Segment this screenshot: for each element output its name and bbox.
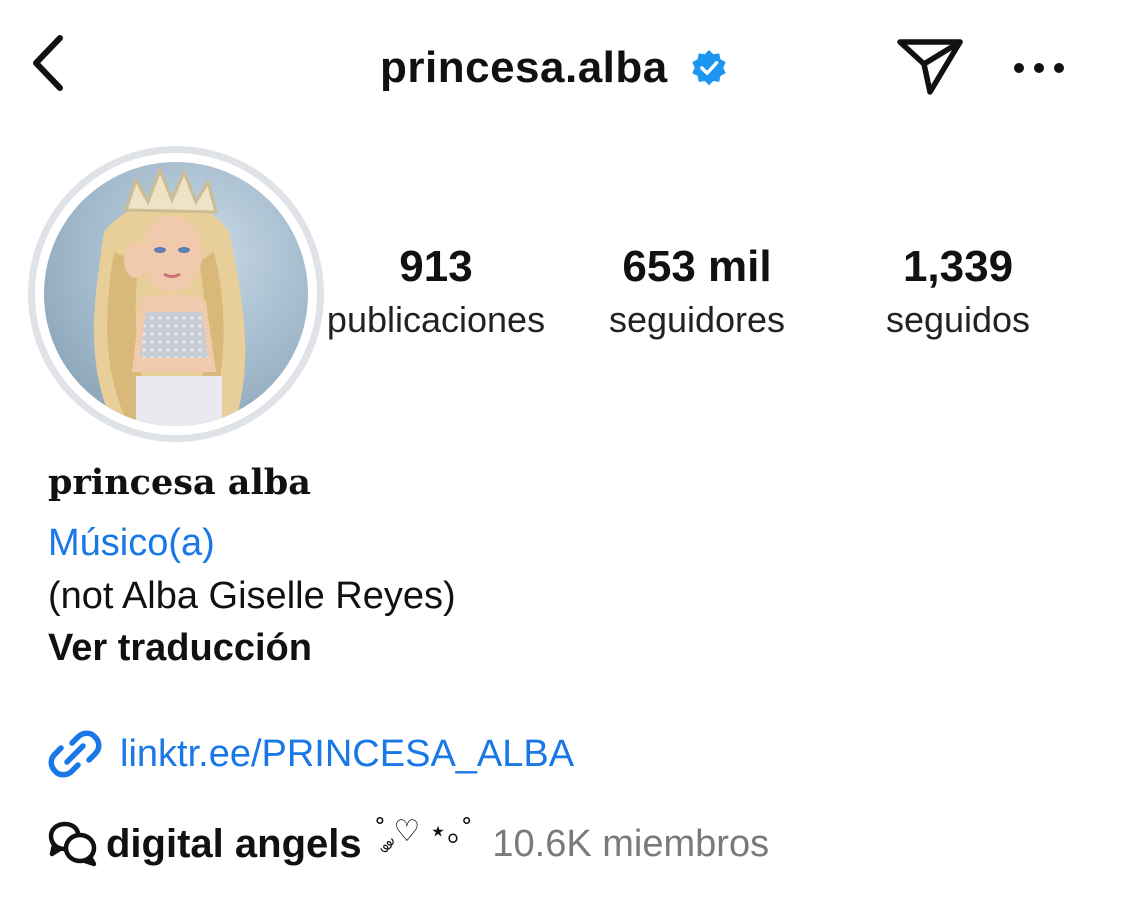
bio-text: (not Alba Giselle Reyes)	[48, 575, 456, 617]
more-dots-icon	[1014, 63, 1064, 73]
channel-member-count: 10.6K miembros	[492, 822, 770, 865]
back-button[interactable]	[18, 28, 78, 98]
stat-following-label: seguidos	[885, 299, 1031, 340]
profile-avatar	[44, 162, 308, 426]
category-label[interactable]: Músico(a)	[48, 522, 215, 565]
stat-followers-label: seguidores	[608, 299, 786, 340]
stat-followers-value: 653 mil	[622, 242, 772, 291]
stat-posts-value: 913	[399, 242, 473, 291]
back-chevron-icon	[33, 35, 63, 91]
header-title: princesa.alba	[380, 38, 728, 98]
avatar-photo	[94, 165, 246, 426]
display-name: princesa alba	[48, 462, 311, 503]
profile-link-text: linktr.ee/PRINCESA_ALBA	[120, 732, 575, 775]
chat-bubbles-icon	[48, 821, 97, 867]
link-icon	[48, 730, 102, 778]
broadcast-channel[interactable]: digital angels ˚ ༘♡ ⋆｡˚ 10.6K miembros	[48, 812, 769, 876]
paper-plane-icon	[897, 39, 963, 95]
channel-decoration: ˚ ༘♡ ⋆｡˚	[375, 815, 473, 848]
verified-badge-icon	[692, 49, 726, 86]
see-translation-button[interactable]: Ver traducción	[48, 627, 312, 670]
header-username: princesa.alba	[380, 43, 668, 92]
stat-following[interactable]: 1,339 seguidos	[833, 238, 1083, 344]
profile-link[interactable]: linktr.ee/PRINCESA_ALBA	[48, 722, 574, 786]
stat-followers[interactable]: 653 mil seguidores	[572, 238, 822, 344]
more-options-button[interactable]	[1008, 40, 1070, 96]
stat-posts-label: publicaciones	[326, 299, 546, 340]
stat-posts[interactable]: 913 publicaciones	[311, 238, 561, 344]
channel-name: digital angels	[106, 821, 362, 866]
stat-following-value: 1,339	[902, 242, 1014, 291]
profile-avatar-ring[interactable]	[28, 146, 324, 442]
send-message-button[interactable]	[893, 30, 969, 102]
